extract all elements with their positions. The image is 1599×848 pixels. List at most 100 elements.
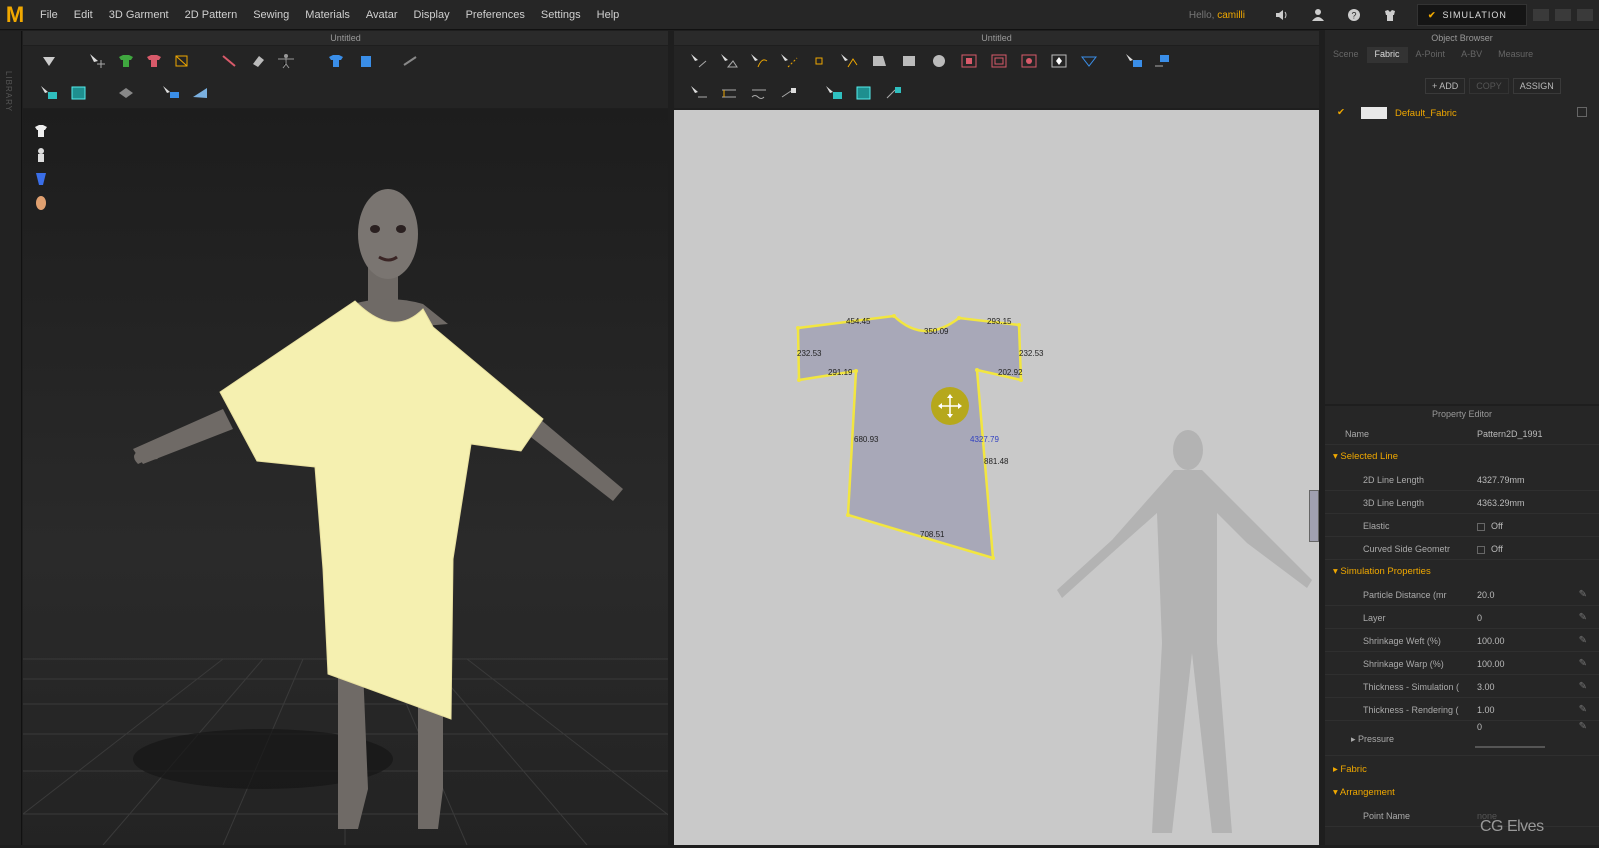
edit-segment-icon[interactable] bbox=[716, 50, 742, 72]
pressure-key[interactable]: ▸ Pressure bbox=[1351, 728, 1394, 750]
menu-sewing[interactable]: Sewing bbox=[253, 9, 289, 21]
help-icon[interactable]: ? bbox=[1345, 6, 1363, 24]
elastic-toggle[interactable]: Off bbox=[1477, 515, 1503, 537]
simulation-section[interactable]: ▾ Simulation Properties bbox=[1333, 566, 1431, 577]
simulation-mode-button[interactable]: ✔ SIMULATION bbox=[1417, 4, 1527, 26]
menu-materials[interactable]: Materials bbox=[305, 9, 350, 21]
tab-fabric[interactable]: Fabric bbox=[1366, 47, 1408, 63]
curved-toggle[interactable]: Off bbox=[1477, 538, 1503, 560]
prop-value[interactable]: 20.0 bbox=[1477, 584, 1495, 606]
save-icon[interactable] bbox=[1577, 107, 1587, 117]
internal-point-icon[interactable] bbox=[806, 50, 832, 72]
select-fabric-icon[interactable] bbox=[158, 82, 184, 104]
avatar-blue-icon[interactable] bbox=[323, 50, 349, 72]
select-move-icon[interactable] bbox=[85, 50, 111, 72]
pressure-slider[interactable] bbox=[1475, 746, 1545, 748]
minimize-button[interactable] bbox=[1533, 9, 1549, 21]
menu-display[interactable]: Display bbox=[414, 9, 450, 21]
rectangle-icon[interactable] bbox=[896, 50, 922, 72]
tab-a-point[interactable]: A-Point bbox=[1408, 47, 1454, 63]
speaker-icon[interactable] bbox=[1273, 6, 1291, 24]
internal-rect-icon[interactable] bbox=[986, 50, 1012, 72]
name-value[interactable]: Pattern2D_1991 bbox=[1477, 423, 1543, 445]
3d-viewport[interactable] bbox=[0, 109, 708, 846]
edit-icon[interactable]: ✎ bbox=[1579, 630, 1587, 652]
menu-help[interactable]: Help bbox=[597, 9, 620, 21]
library-strip[interactable]: LIBRARY bbox=[0, 31, 22, 845]
download-icon[interactable] bbox=[36, 50, 62, 72]
mesh-grid-icon[interactable] bbox=[66, 82, 92, 104]
polygon-icon[interactable] bbox=[866, 50, 892, 72]
garment-green-icon[interactable] bbox=[113, 50, 139, 72]
selected-line-section[interactable]: ▾ Selected Line bbox=[1333, 451, 1398, 462]
menu-settings[interactable]: Settings bbox=[541, 9, 581, 21]
pressure-value[interactable]: 0 bbox=[1477, 716, 1482, 738]
layout-icon[interactable] bbox=[1149, 50, 1175, 72]
2d-pattern-viewport[interactable]: 454.45 350.09 293.15 232.53 232.53 291.1… bbox=[674, 110, 1319, 845]
edit-icon[interactable]: ✎ bbox=[1579, 676, 1587, 698]
steam-tool-icon[interactable] bbox=[398, 50, 424, 72]
prop-value[interactable]: 3.00 bbox=[1477, 676, 1495, 698]
prop-value[interactable]: 0 bbox=[1477, 607, 1482, 629]
free-sewing-icon[interactable] bbox=[716, 82, 742, 104]
select-mesh-icon[interactable] bbox=[36, 82, 62, 104]
circle-icon[interactable] bbox=[926, 50, 952, 72]
scroll-handle[interactable] bbox=[1309, 490, 1319, 542]
graphic-icon[interactable] bbox=[881, 82, 907, 104]
edit-sewing-icon[interactable] bbox=[776, 82, 802, 104]
fold-tool-icon[interactable] bbox=[169, 50, 195, 72]
menu-avatar[interactable]: Avatar bbox=[366, 9, 398, 21]
texture-grid-icon[interactable] bbox=[851, 82, 877, 104]
select-texture-icon[interactable] bbox=[821, 82, 847, 104]
dart-icon[interactable] bbox=[1046, 50, 1072, 72]
segment-sewing-icon[interactable] bbox=[686, 82, 712, 104]
trace-icon[interactable] bbox=[836, 50, 862, 72]
eraser-icon[interactable] bbox=[245, 50, 271, 72]
edit-icon[interactable]: ✎ bbox=[1579, 716, 1587, 738]
edit-icon[interactable]: ✎ bbox=[1579, 584, 1587, 606]
menu-preferences[interactable]: Preferences bbox=[466, 9, 525, 21]
fabric-section[interactable]: ▸ Fabric bbox=[1333, 764, 1367, 775]
maximize-button[interactable] bbox=[1555, 9, 1571, 21]
add-point-icon[interactable] bbox=[776, 50, 802, 72]
skin-view-icon[interactable] bbox=[33, 195, 49, 211]
curve-point-icon[interactable] bbox=[746, 50, 772, 72]
tab-scene[interactable]: Scene bbox=[1325, 47, 1367, 63]
copy-button[interactable]: COPY bbox=[1469, 78, 1509, 94]
tab-a-bv[interactable]: A-BV bbox=[1453, 47, 1490, 63]
avatar-pose-icon[interactable] bbox=[273, 50, 299, 72]
prop-value[interactable]: 100.00 bbox=[1477, 630, 1505, 652]
internal-circle-icon[interactable] bbox=[1016, 50, 1042, 72]
edit-icon[interactable]: ✎ bbox=[1579, 653, 1587, 675]
internal-polygon-icon[interactable] bbox=[956, 50, 982, 72]
garment-blue-icon[interactable] bbox=[353, 50, 379, 72]
avatar-view-icon[interactable] bbox=[33, 147, 49, 163]
add-button[interactable]: + ADD bbox=[1425, 78, 1466, 94]
elastic-sewing-icon[interactable] bbox=[746, 82, 772, 104]
assign-button[interactable]: ASSIGN bbox=[1512, 78, 1561, 94]
menu-3d-garment[interactable]: 3D Garment bbox=[109, 9, 169, 21]
garment-red-icon[interactable] bbox=[141, 50, 167, 72]
transform-pattern-icon[interactable] bbox=[1121, 50, 1147, 72]
fabric-panel-icon[interactable] bbox=[188, 82, 214, 104]
checkbox[interactable] bbox=[1477, 522, 1485, 531]
pin-tool-icon[interactable] bbox=[217, 50, 243, 72]
prop-value[interactable]: 100.00 bbox=[1477, 653, 1505, 675]
menu-file[interactable]: File bbox=[40, 9, 58, 21]
menu-edit[interactable]: Edit bbox=[74, 9, 93, 21]
fabric-list-item[interactable]: ✔ Default_Fabric bbox=[1325, 102, 1599, 126]
menu-2d-pattern[interactable]: 2D Pattern bbox=[185, 9, 238, 21]
select-point-icon[interactable] bbox=[686, 50, 712, 72]
avatar-settings-icon[interactable] bbox=[1381, 6, 1399, 24]
arrangement-section[interactable]: ▾ Arrangement bbox=[1333, 787, 1395, 798]
checkbox[interactable] bbox=[1477, 545, 1485, 554]
pattern-view-icon[interactable] bbox=[33, 171, 49, 187]
user-icon[interactable] bbox=[1309, 6, 1327, 24]
tack-tool-icon[interactable] bbox=[113, 82, 139, 104]
tab-measure[interactable]: Measure bbox=[1490, 47, 1541, 63]
close-button[interactable] bbox=[1577, 9, 1593, 21]
edit-icon[interactable]: ✎ bbox=[1579, 607, 1587, 629]
library-tab[interactable]: LIBRARY bbox=[4, 71, 13, 112]
notch-icon[interactable] bbox=[1076, 50, 1102, 72]
garment-view-icon[interactable] bbox=[33, 123, 49, 139]
